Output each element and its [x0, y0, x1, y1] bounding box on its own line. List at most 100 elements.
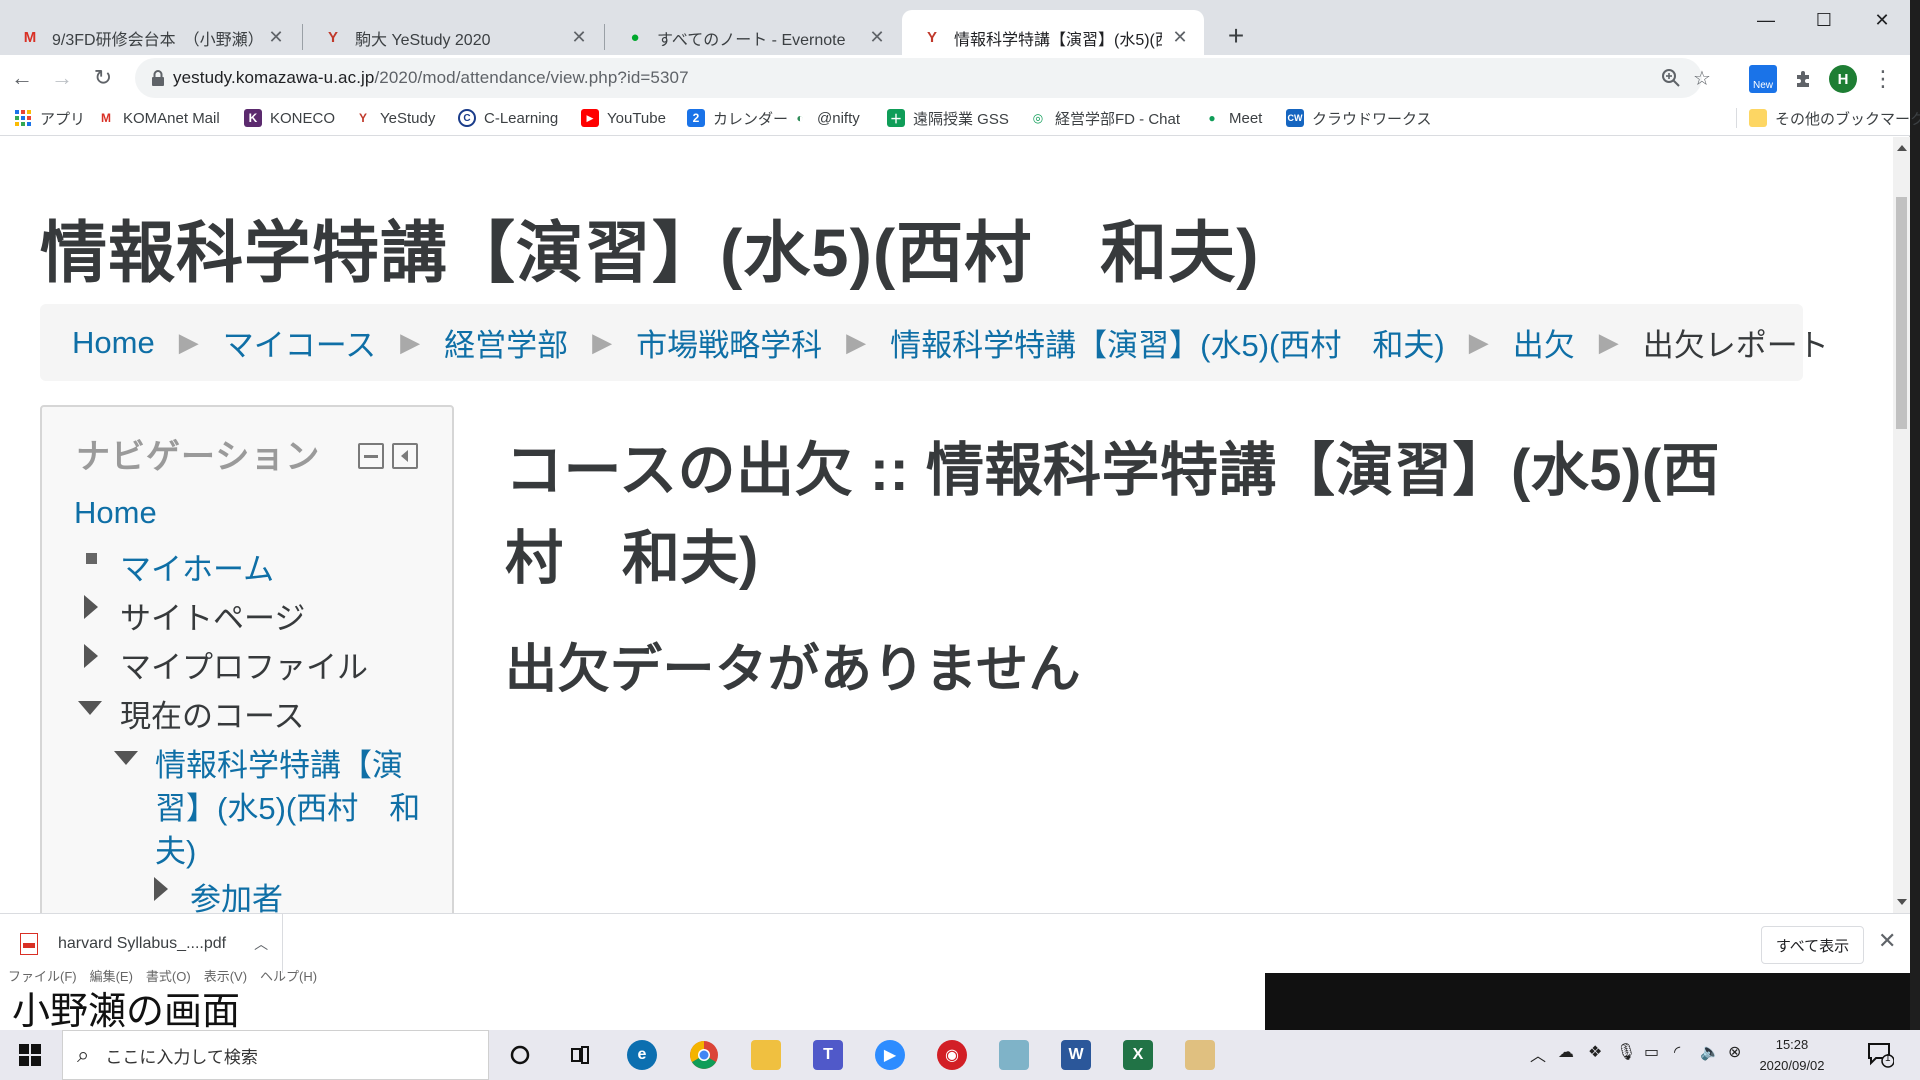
bookmark-label: KONECO	[270, 109, 336, 127]
cortana-icon[interactable]	[500, 1037, 540, 1073]
clearning-icon: C	[458, 109, 476, 127]
breadcrumb-faculty[interactable]: 経営学部	[444, 320, 568, 365]
notification-center-icon[interactable]: 1	[1866, 1040, 1896, 1070]
minimize-button[interactable]: —	[1737, 0, 1795, 40]
address-bar[interactable]: yestudy.komazawa-u.ac.jp/2020/mod/attend…	[135, 58, 1711, 98]
show-hidden-icons-icon[interactable]: ︿	[1530, 1042, 1546, 1066]
ime-off-icon[interactable]: ⊗	[1728, 1042, 1741, 1062]
bookmark-youtube[interactable]: ▶ YouTube	[581, 106, 666, 130]
close-tab-icon[interactable]: ✕	[1170, 27, 1190, 48]
bookmark-koneco[interactable]: K KONECO	[244, 106, 335, 130]
edge-icon[interactable]: e	[622, 1037, 662, 1073]
bookmark-star-icon[interactable]: ☆	[1688, 64, 1716, 92]
scroll-up-icon[interactable]	[1897, 145, 1907, 151]
bookmark-crowdworks[interactable]: CW クラウドワークス	[1286, 106, 1432, 130]
download-item[interactable]: harvard Syllabus_....pdf ︿	[0, 914, 283, 974]
dropbox-icon[interactable]: ❖	[1588, 1042, 1602, 1062]
expand-arrow-icon[interactable]	[84, 644, 98, 668]
maximize-button[interactable]: ☐	[1795, 0, 1853, 40]
browser-menu-icon[interactable]: ⋮	[1867, 63, 1899, 95]
chat-icon: ◎	[1032, 111, 1044, 125]
new-tab-button[interactable]: +	[1218, 18, 1254, 54]
taskbar-clock[interactable]: 15:28 2020/09/02	[1752, 1034, 1832, 1076]
close-tab-icon[interactable]: ✕	[569, 27, 589, 48]
breadcrumb-separator-icon: ▶	[846, 327, 867, 357]
task-view-icon[interactable]	[560, 1037, 600, 1073]
nav-my-profile[interactable]: マイプロファイル	[120, 642, 368, 687]
breadcrumb-course[interactable]: 情報科学特講【演習】(水5)(西村 和夫)	[890, 320, 1445, 365]
collapse-arrow-icon[interactable]	[78, 701, 102, 715]
forward-button[interactable]: →	[45, 61, 79, 95]
close-download-shelf-icon[interactable]: ✕	[1878, 928, 1896, 954]
dock-block-icon[interactable]	[392, 443, 418, 469]
expand-arrow-icon[interactable]	[84, 595, 98, 619]
nav-course-line-3[interactable]: 夫)	[155, 826, 196, 871]
collapse-arrow-icon[interactable]	[114, 751, 138, 765]
scrollbar-thumb[interactable]	[1896, 197, 1907, 429]
back-button[interactable]: ←	[5, 61, 39, 95]
screen-label: 小野瀬の画面	[12, 991, 241, 1033]
file-explorer-icon[interactable]	[746, 1037, 786, 1073]
bookmark-c-learning[interactable]: C C-Learning	[458, 106, 558, 130]
bookmark-calendar[interactable]: 2 カレンダー	[687, 106, 788, 130]
bookmark-apps[interactable]: アプリ	[14, 106, 85, 130]
extensions-puzzle-icon[interactable]	[1787, 63, 1819, 95]
page-heading-line: コースの出欠 :: 情報科学特講【演習】(水5)(西	[505, 438, 1721, 503]
extension-new-icon[interactable]: New	[1747, 63, 1779, 95]
microphone-icon[interactable]: 🎙	[1616, 1042, 1636, 1062]
wifi-icon[interactable]: ◜	[1674, 1042, 1680, 1062]
profile-avatar[interactable]: H	[1827, 63, 1859, 95]
bookmark-fd-chat[interactable]: ◎ 経営学部FD - Chat	[1029, 106, 1180, 130]
battery-icon[interactable]: ▭	[1644, 1042, 1659, 1062]
nav-my-home[interactable]: マイホーム	[120, 544, 274, 589]
volume-icon[interactable]: 🔈	[1700, 1042, 1720, 1062]
show-all-downloads-button[interactable]: すべて表示	[1761, 926, 1864, 964]
nav-participants[interactable]: 参加者	[190, 874, 283, 913]
breadcrumb-home[interactable]: Home	[72, 325, 155, 361]
breadcrumb-separator-icon: ▶	[1598, 327, 1619, 357]
excel-icon[interactable]: X	[1118, 1037, 1158, 1073]
dark-window	[1265, 973, 1910, 1033]
paint-icon[interactable]	[1180, 1037, 1220, 1073]
zoom-app-icon[interactable]: ▶	[870, 1037, 910, 1073]
bookmark-komanet-mail[interactable]: M KOMAnet Mail	[97, 106, 220, 130]
collapse-block-icon[interactable]	[358, 443, 384, 469]
bookmark-gss[interactable]: ＋ 遠隔授業 GSS	[887, 106, 1009, 130]
breadcrumb-my-courses[interactable]: マイコース	[223, 320, 376, 365]
reload-button[interactable]: ↻	[86, 61, 120, 95]
windows-start-icon[interactable]	[8, 1035, 52, 1075]
nav-current-course[interactable]: 現在のコース	[120, 691, 304, 736]
bookmark-label: 遠隔授業 GSS	[913, 110, 1009, 128]
koneco-icon: K	[244, 109, 262, 127]
chrome-icon[interactable]	[684, 1037, 724, 1073]
onedrive-icon[interactable]: ☁	[1558, 1042, 1574, 1062]
breadcrumb-separator-icon: ▶	[1468, 327, 1489, 357]
bookmark-yestudy[interactable]: Y YeStudy	[354, 106, 435, 130]
scroll-down-icon[interactable]	[1897, 899, 1907, 905]
bookmark-nifty[interactable]: ◐ @nifty	[791, 106, 860, 130]
apps-grid-icon	[14, 109, 32, 127]
chevron-up-icon[interactable]: ︿	[254, 934, 268, 954]
breadcrumb-department[interactable]: 市場戦略学科	[636, 320, 822, 365]
sheets-icon: ＋	[887, 109, 905, 127]
url-text: yestudy.komazawa-u.ac.jp/2020/mod/attend…	[173, 68, 689, 87]
zoom-icon[interactable]	[1657, 64, 1685, 92]
security-app-icon[interactable]: ◉	[932, 1037, 972, 1073]
teams-icon[interactable]: T	[808, 1037, 848, 1073]
nav-home[interactable]: Home	[74, 495, 157, 531]
nav-course-line-1[interactable]: 情報科学特講【演	[155, 740, 403, 785]
nav-site-pages[interactable]: サイトページ	[120, 593, 305, 638]
bookmark-other[interactable]: その他のブックマーク	[1749, 106, 1920, 130]
close-tab-icon[interactable]: ✕	[266, 27, 286, 48]
window-close-button[interactable]: ✕	[1853, 0, 1911, 40]
word-icon[interactable]: W	[1056, 1037, 1096, 1073]
nav-course-line-2[interactable]: 習】(水5)(西村 和	[155, 783, 420, 828]
breadcrumb-attendance[interactable]: 出欠	[1513, 320, 1575, 365]
expand-arrow-icon[interactable]	[154, 877, 168, 901]
close-tab-icon[interactable]: ✕	[867, 27, 887, 48]
tablet-app-icon[interactable]	[994, 1037, 1034, 1073]
bookmark-label: @nifty	[817, 109, 860, 127]
bookmark-meet[interactable]: ● Meet	[1203, 106, 1262, 130]
taskbar-search-input[interactable]: ⌕ ここに入力して検索	[62, 1030, 489, 1080]
page-scrollbar[interactable]	[1893, 137, 1910, 913]
